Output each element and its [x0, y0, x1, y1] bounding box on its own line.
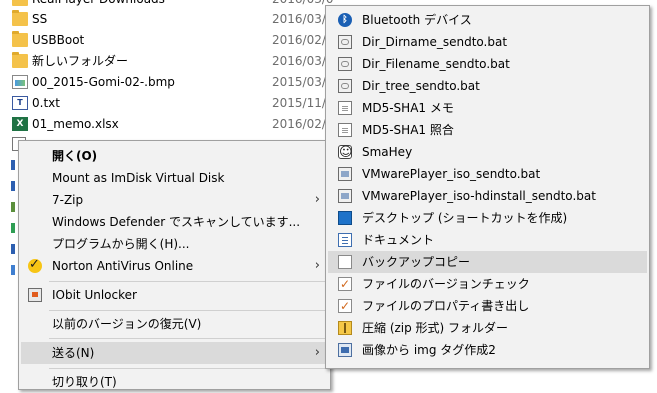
- file-name: USBBoot: [32, 33, 85, 47]
- documents-icon: [338, 233, 352, 247]
- menu-item-open-with[interactable]: プログラムから開く(H)...: [21, 233, 328, 255]
- file-name: SS: [32, 12, 48, 26]
- image-icon: [338, 343, 352, 357]
- sendto-item-dir-filename[interactable]: Dir_Filename_sendto.bat: [328, 53, 647, 75]
- xlsx-file-icon: X: [12, 117, 28, 131]
- sendto-item-dir-tree[interactable]: Dir_tree_sendto.bat: [328, 75, 647, 97]
- iobit-unlocker-icon: [28, 288, 42, 302]
- file-name: 00_2015-Gomi-02-.bmp: [32, 75, 175, 89]
- menu-item-mount-imdisk[interactable]: Mount as ImDisk Virtual Disk: [21, 167, 328, 189]
- sendto-item-property-export[interactable]: ファイルのプロパティ書き出し: [328, 295, 647, 317]
- menu-item-label: 7-Zip: [52, 193, 84, 207]
- menu-item-label: SmaHey: [362, 145, 413, 159]
- folder-icon: [12, 0, 28, 6]
- sendto-item-version-check[interactable]: ファイルのバージョンチェック: [328, 273, 647, 295]
- menu-item-label: Norton AntiVirus Online: [52, 259, 194, 273]
- check-icon: [338, 295, 352, 317]
- menu-item-label: デスクトップ (ショートカットを作成): [362, 211, 568, 225]
- batch-file-icon: [338, 167, 352, 181]
- menu-item-windows-defender[interactable]: Windows Defender でスキャンしています...: [21, 211, 328, 233]
- menu-item-label: 画像から img タグ作成2: [362, 343, 496, 357]
- menu-item-label: VMwarePlayer_iso-hdinstall_sendto.bat: [362, 189, 596, 203]
- sendto-item-dir-dirname[interactable]: Dir_Dirname_sendto.bat: [328, 31, 647, 53]
- smahey-icon: [338, 142, 353, 164]
- txt-file-icon: T: [12, 96, 28, 110]
- menu-item-label: ファイルのプロパティ書き出し: [362, 299, 530, 313]
- sendto-item-zip-folder[interactable]: 圧縮 (zip 形式) フォルダー: [328, 317, 647, 339]
- bmp-file-icon: [12, 75, 28, 89]
- desktop-icon: [338, 211, 352, 225]
- send-to-submenu: ᛒ Bluetooth デバイス Dir_Dirname_sendto.bat …: [325, 5, 650, 369]
- file-name: 0.txt: [32, 96, 60, 110]
- sendto-item-documents[interactable]: ドキュメント: [328, 229, 647, 251]
- file-icon-strip: [11, 265, 15, 275]
- file-icon-strip: [11, 160, 15, 170]
- file-icon-strip: [11, 223, 15, 233]
- menu-separator: [49, 338, 327, 339]
- chevron-right-icon: ›: [314, 258, 320, 273]
- document-icon: [338, 101, 352, 115]
- menu-item-label: 送る(N): [52, 346, 95, 360]
- menu-item-send-to[interactable]: 送る(N) ›: [21, 342, 328, 364]
- sendto-item-smahey[interactable]: SmaHey: [328, 141, 647, 164]
- check-icon: [338, 273, 352, 295]
- backup-icon: [338, 255, 352, 269]
- menu-item-label: 開く(O): [52, 149, 98, 163]
- folder-icon: [12, 31, 28, 47]
- sendto-item-vmware-iso-hdinstall[interactable]: VMwarePlayer_iso-hdinstall_sendto.bat: [328, 185, 647, 207]
- menu-separator: [49, 281, 327, 282]
- menu-item-iobit-unlocker[interactable]: IObit Unlocker: [21, 284, 328, 306]
- menu-item-label: プログラムから開く(H)...: [52, 237, 190, 251]
- batch-file-icon: [338, 189, 352, 203]
- sendto-item-desktop[interactable]: デスクトップ (ショートカットを作成): [328, 207, 647, 229]
- menu-item-label: Bluetooth デバイス: [362, 13, 472, 27]
- folder-icon: [12, 10, 28, 26]
- sendto-item-md5-memo[interactable]: MD5-SHA1 メモ: [328, 97, 647, 119]
- folder-icon: [12, 52, 28, 68]
- menu-item-label: ドキュメント: [362, 233, 435, 247]
- menu-item-label: 圧縮 (zip 形式) フォルダー: [362, 321, 509, 335]
- menu-item-label: Dir_tree_sendto.bat: [362, 79, 480, 93]
- menu-item-norton[interactable]: Norton AntiVirus Online ›: [21, 254, 328, 277]
- menu-item-label: MD5-SHA1 メモ: [362, 101, 454, 115]
- context-menu: 開く(O) Mount as ImDisk Virtual Disk 7-Zip…: [18, 140, 331, 390]
- menu-item-cut[interactable]: 切り取り(T): [21, 371, 328, 393]
- batch-file-icon: [338, 57, 352, 71]
- menu-item-label: 切り取り(T): [52, 375, 117, 389]
- menu-item-label: VMwarePlayer_iso_sendto.bat: [362, 167, 541, 181]
- chevron-right-icon: ›: [314, 345, 320, 360]
- file-name: 新しいフォルダー: [32, 54, 129, 68]
- menu-separator: [49, 368, 327, 369]
- menu-item-label: IObit Unlocker: [52, 288, 137, 302]
- bluetooth-icon: ᛒ: [338, 13, 352, 27]
- zip-folder-icon: [338, 321, 352, 335]
- file-icon-strip: [11, 202, 15, 212]
- menu-item-open[interactable]: 開く(O): [21, 145, 328, 167]
- sendto-item-img-tag[interactable]: 画像から img タグ作成2: [328, 339, 647, 361]
- menu-separator: [49, 310, 327, 311]
- sendto-item-bluetooth[interactable]: ᛒ Bluetooth デバイス: [328, 9, 647, 31]
- menu-item-label: Dir_Filename_sendto.bat: [362, 57, 510, 71]
- menu-item-label: ファイルのバージョンチェック: [362, 277, 530, 291]
- norton-icon: [28, 254, 42, 276]
- file-icon-strip: [11, 181, 15, 191]
- menu-item-label: Windows Defender でスキャンしています...: [52, 215, 301, 229]
- menu-item-7zip[interactable]: 7-Zip ›: [21, 189, 328, 211]
- menu-item-label: MD5-SHA1 照合: [362, 123, 454, 137]
- file-name: 01_memo.xlsx: [32, 117, 119, 131]
- menu-item-label: 以前のバージョンの復元(V): [52, 317, 202, 331]
- menu-item-label: バックアップコピー: [362, 255, 471, 269]
- menu-item-label: Dir_Dirname_sendto.bat: [362, 35, 508, 49]
- batch-file-icon: [338, 35, 352, 49]
- sendto-item-backup-copy[interactable]: バックアップコピー: [328, 251, 647, 273]
- menu-item-restore-previous[interactable]: 以前のバージョンの復元(V): [21, 313, 328, 335]
- sendto-item-vmware-iso[interactable]: VMwarePlayer_iso_sendto.bat: [328, 163, 647, 185]
- file-icon-strip: [11, 244, 15, 254]
- menu-item-label: Mount as ImDisk Virtual Disk: [52, 171, 225, 185]
- sendto-item-md5-verify[interactable]: MD5-SHA1 照合: [328, 119, 647, 141]
- chevron-right-icon: ›: [314, 192, 320, 207]
- document-icon: [338, 123, 352, 137]
- batch-file-icon: [338, 79, 352, 93]
